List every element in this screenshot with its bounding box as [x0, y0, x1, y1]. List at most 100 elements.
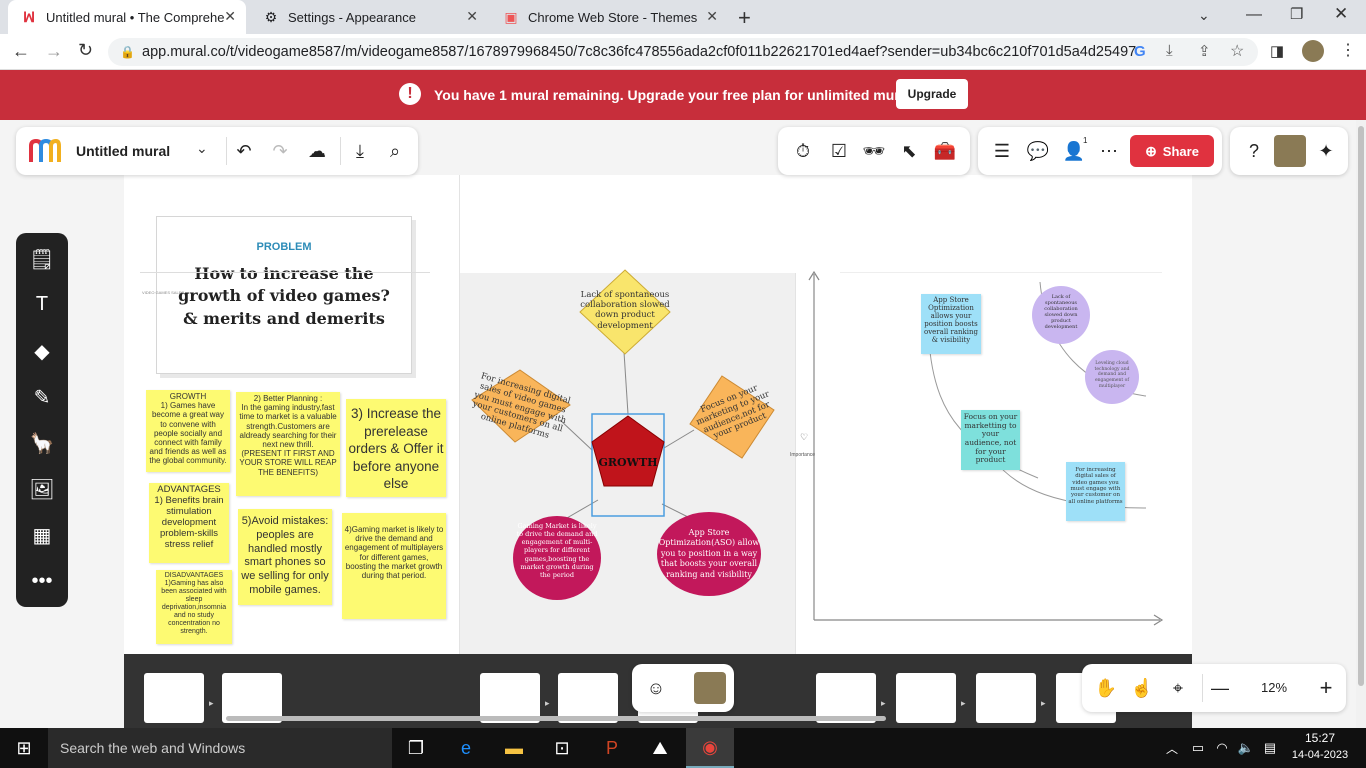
draw-tool-icon[interactable]: ✎: [16, 377, 68, 417]
outline-thumbnail[interactable]: [896, 673, 956, 723]
battery-icon[interactable]: ▭: [1186, 728, 1210, 768]
taskbar-search-input[interactable]: Search the web and Windows: [48, 728, 392, 768]
address-bar[interactable]: 🔒 app.mural.co/t/videogame8587/m/videoga…: [108, 38, 1258, 66]
map-icon[interactable]: ⌖: [1160, 670, 1196, 706]
matrix-digital[interactable]: For increasing digital sales of video ga…: [1066, 462, 1125, 521]
restore-button[interactable]: ❐: [1290, 5, 1303, 23]
upgrade-banner: ! You have 1 mural remaining. Upgrade yo…: [0, 70, 1366, 120]
matrix-lack[interactable]: Lack of spontaneous collaboration slowed…: [1032, 286, 1090, 344]
page-scrollbar[interactable]: [1356, 120, 1366, 728]
edge-icon[interactable]: e: [442, 728, 490, 768]
ai-sparkle-icon[interactable]: ✦: [1308, 133, 1344, 169]
icon-library-icon[interactable]: 🦙: [16, 423, 68, 463]
comment-icon[interactable]: 💬: [1020, 133, 1056, 169]
toolbox-icon[interactable]: 🧰: [927, 133, 963, 169]
tray-chevron-icon[interactable]: ︿: [1160, 728, 1184, 768]
store-icon[interactable]: ⊡: [538, 728, 586, 768]
minimize-button[interactable]: —: [1246, 6, 1262, 24]
sticky-disadvantages[interactable]: DISADVANTAGES 1)Gaming has also been ass…: [156, 570, 232, 644]
more-options-icon[interactable]: ⋯: [1091, 133, 1127, 169]
sticky-planning[interactable]: 2) Better Planning : In the gaming indus…: [236, 392, 340, 496]
mindmap-center-text: GROWTH: [598, 456, 658, 469]
tab-search-icon[interactable]: ⌄: [1198, 7, 1210, 24]
outline-thumbnail[interactable]: [976, 673, 1036, 723]
sticky-note-tool-icon[interactable]: 🗒: [16, 239, 68, 279]
search-icon[interactable]: ⌕: [377, 133, 413, 169]
tab-webstore[interactable]: ▣ Chrome Web Store - Themes ✕: [490, 0, 728, 34]
sticky-advantages[interactable]: ADVANTAGES 1) Benefits brain stimulation…: [149, 483, 229, 563]
matrix-aso[interactable]: App Store Optimization allows your posit…: [921, 294, 981, 354]
share-person-icon: ⊕: [1145, 142, 1157, 159]
growth-pentagon[interactable]: [591, 415, 665, 487]
tab-settings[interactable]: ⚙ Settings - Appearance ✕: [250, 0, 488, 34]
toolbar-divider: [340, 137, 341, 165]
taskbar-time[interactable]: 15:27: [1290, 731, 1350, 745]
text-tool-icon[interactable]: T: [16, 284, 68, 324]
shapes-tool-icon[interactable]: ◆: [16, 331, 68, 371]
profile-avatar[interactable]: [1302, 40, 1324, 62]
close-window-button[interactable]: ✕: [1334, 4, 1348, 24]
forward-button[interactable]: →: [45, 41, 63, 62]
google-icon[interactable]: G: [1134, 43, 1146, 60]
hand-tool-icon[interactable]: ✋: [1088, 670, 1124, 706]
close-tab-icon[interactable]: ✕: [706, 8, 718, 25]
download-icon[interactable]: ⤓: [342, 133, 378, 169]
zoom-in-icon[interactable]: +: [1308, 670, 1344, 706]
summon-icon[interactable]: ⬉: [891, 133, 927, 169]
zoom-level[interactable]: 12%: [1252, 680, 1296, 695]
sticky-prerelease[interactable]: 3) Increase the prerelease orders & Offe…: [346, 399, 446, 497]
close-tab-icon[interactable]: ✕: [466, 8, 478, 25]
new-tab-button[interactable]: +: [738, 5, 751, 31]
tab-mural[interactable]: ꟽ Untitled mural • The Comprehen ✕: [8, 0, 246, 34]
outline-icon[interactable]: ☰: [984, 133, 1020, 169]
side-panel-icon[interactable]: ◨: [1270, 42, 1284, 60]
powerpoint-icon[interactable]: P: [588, 728, 636, 768]
user-avatar[interactable]: [1274, 135, 1306, 167]
problem-card[interactable]: PROBLEM How to increase the growth of vi…: [156, 216, 412, 374]
taskbar-date[interactable]: 14-04-2023: [1286, 749, 1354, 761]
outline-scrollbar[interactable]: [226, 716, 886, 721]
chrome-menu-icon[interactable]: ⋮: [1340, 40, 1356, 60]
matrix-cloud[interactable]: Leveling cloud technology and demand and…: [1085, 350, 1139, 404]
sticky-mistakes[interactable]: 5)Avoid mistakes: peoples are handled mo…: [238, 509, 332, 605]
help-icon[interactable]: ?: [1236, 133, 1272, 169]
chrome-icon[interactable]: ◉: [686, 728, 734, 768]
emoji-icon[interactable]: ☺: [638, 670, 674, 706]
volume-icon[interactable]: 🔈: [1234, 728, 1258, 768]
close-tab-icon[interactable]: ✕: [224, 8, 236, 25]
upgrade-button[interactable]: Upgrade: [896, 79, 968, 109]
reload-button[interactable]: ↻: [78, 40, 93, 61]
redo-icon[interactable]: ↷: [262, 133, 298, 169]
bookmark-star-icon[interactable]: ☆: [1230, 41, 1244, 61]
cloud-sync-icon[interactable]: ☁: [299, 133, 335, 169]
wifi-icon[interactable]: ◠: [1210, 728, 1234, 768]
task-view-icon[interactable]: ❐: [392, 728, 440, 768]
image-tool-icon[interactable]: 🖼: [16, 469, 68, 509]
zoom-out-icon[interactable]: —: [1202, 670, 1238, 706]
checkbox-icon[interactable]: ☑: [821, 133, 857, 169]
share-page-icon[interactable]: ⇪: [1198, 42, 1211, 60]
notification-icon[interactable]: ▤: [1258, 728, 1282, 768]
pan-mode-icon[interactable]: ☝: [1124, 670, 1160, 706]
sticky-growth[interactable]: GROWTH 1) Games have become a great way …: [146, 390, 230, 472]
private-mode-icon[interactable]: 🕶: [856, 133, 892, 169]
photos-icon[interactable]: ⛰: [636, 728, 684, 768]
scrollbar-thumb[interactable]: [1358, 126, 1364, 686]
more-tools-icon[interactable]: •••: [16, 561, 68, 601]
install-icon[interactable]: ⤓: [1166, 42, 1173, 59]
outline-thumbnail[interactable]: [144, 673, 204, 723]
sticky-market[interactable]: 4)Gaming market is likely to drive the d…: [342, 513, 446, 619]
chevron-down-icon[interactable]: ⌄: [196, 140, 208, 157]
windows-start-icon[interactable]: ⊞: [0, 728, 48, 768]
undo-icon[interactable]: ↶: [226, 133, 262, 169]
matrix-focus[interactable]: Focus on your marketting to your audienc…: [961, 410, 1020, 470]
share-button[interactable]: ⊕ Share: [1130, 135, 1214, 167]
user-avatar[interactable]: [694, 672, 726, 704]
back-button[interactable]: ←: [12, 41, 30, 62]
templates-tool-icon[interactable]: ▦: [16, 515, 68, 555]
mural-logo-icon[interactable]: [28, 138, 62, 164]
timer-icon[interactable]: ⏱: [785, 133, 821, 169]
mindmap-bottom-left-text: Gaming Market is likely to drive the dem…: [516, 522, 598, 579]
file-explorer-icon[interactable]: ▬: [490, 728, 538, 768]
mural-title[interactable]: Untitled mural: [76, 143, 170, 159]
